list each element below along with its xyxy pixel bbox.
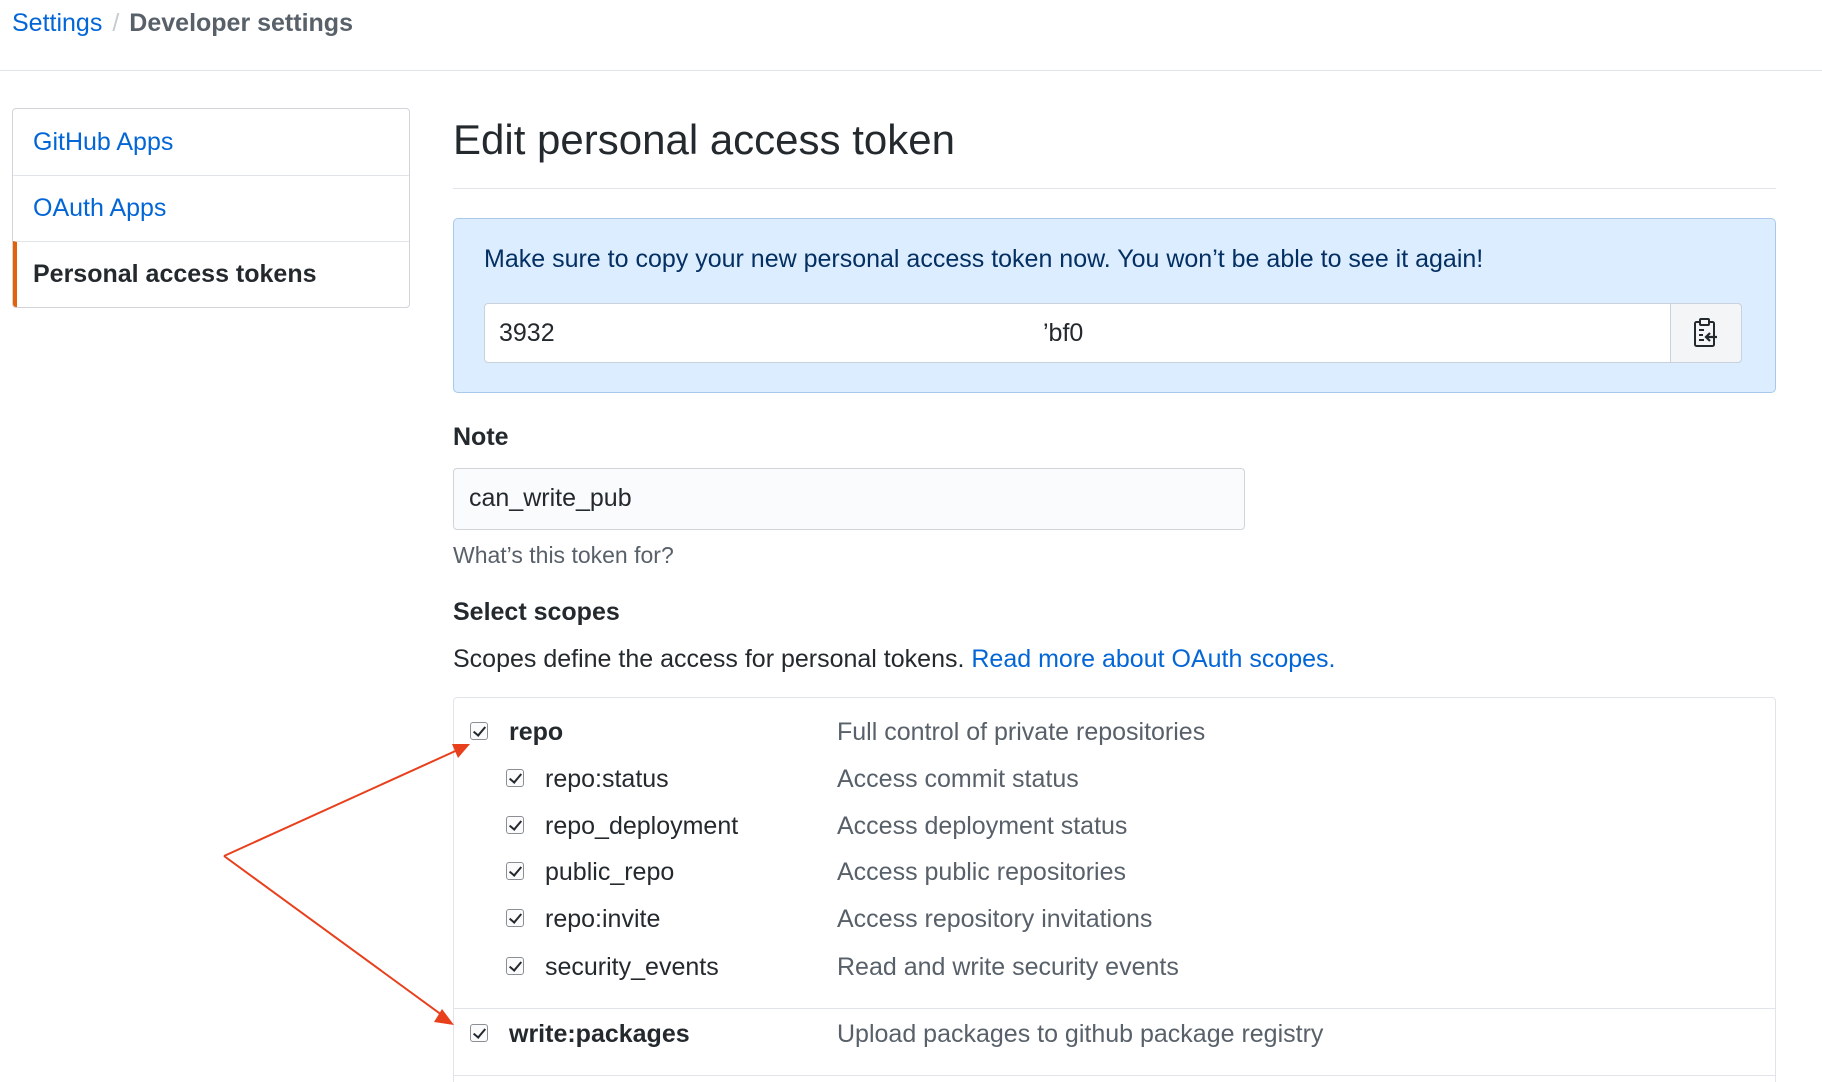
- scope-checkbox-security-events[interactable]: [506, 957, 524, 975]
- header-bar: Settings / Developer settings: [0, 0, 1822, 71]
- scope-checkbox-repo-invite[interactable]: [506, 909, 524, 927]
- scope-name-repo-status: repo:status: [545, 765, 669, 793]
- scope-checkbox-write-packages[interactable]: [470, 1024, 488, 1042]
- scope-name-repo: repo: [509, 718, 564, 746]
- scope-name-repo-invite: repo:invite: [545, 905, 661, 933]
- copy-token-button[interactable]: [1670, 303, 1742, 363]
- scope-description-repo: Full control of private repositories: [837, 718, 1206, 746]
- scope-description-repo-status: Access commit status: [837, 765, 1079, 793]
- scope-description-repo-deployment: Access deployment status: [837, 812, 1128, 840]
- scope-checkbox-repo-status[interactable]: [506, 769, 524, 787]
- scopes-list: repo Full control of private repositorie…: [453, 697, 1776, 1082]
- note-label: Note: [453, 423, 509, 451]
- clipboard-icon: [1694, 318, 1717, 347]
- sidebar-item-personal-access-tokens[interactable]: Personal access tokens: [13, 241, 409, 307]
- scope-checkbox-public-repo[interactable]: [506, 862, 524, 880]
- select-scopes-heading: Select scopes: [453, 598, 620, 626]
- scope-description-security-events: Read and write security events: [837, 953, 1179, 981]
- settings-sidebar: GitHub Apps OAuth Apps Personal access t…: [12, 108, 410, 308]
- flash-message: Make sure to copy your new personal acce…: [484, 245, 1484, 273]
- scope-name-repo-deployment: repo_deployment: [545, 812, 739, 840]
- scope-description-repo-invite: Access repository invitations: [837, 905, 1153, 933]
- scope-description-public-repo: Access public repositories: [837, 858, 1127, 886]
- breadcrumb-separator: /: [112, 9, 120, 37]
- scope-checkbox-repo[interactable]: [470, 722, 488, 740]
- scope-description-write-packages: Upload packages to github package regist…: [837, 1020, 1324, 1048]
- breadcrumb: Settings / Developer settings: [12, 8, 353, 38]
- scope-checkbox-repo-deployment[interactable]: [506, 816, 524, 834]
- breadcrumb-settings-link[interactable]: Settings: [12, 9, 102, 37]
- scopes-description: Scopes define the access for personal to…: [453, 645, 1335, 674]
- breadcrumb-current: Developer settings: [129, 9, 353, 37]
- page-title: Edit personal access token: [453, 108, 1776, 189]
- annotation-arrow-to-write-packages: [223, 855, 447, 1019]
- main-content: Edit personal access token Make sure to …: [453, 108, 1776, 1082]
- scopes-description-text: Scopes define the access for personal to…: [453, 645, 965, 673]
- token-value-field[interactable]: 3932 ’bf0: [484, 303, 1671, 363]
- oauth-scopes-link[interactable]: Read more about OAuth scopes.: [971, 645, 1335, 673]
- token-value-start: 3932: [499, 319, 555, 347]
- note-hint: What’s this token for?: [453, 542, 674, 568]
- token-value-end: ’bf0: [1043, 319, 1084, 347]
- annotation-arrowhead-write-packages: [434, 1009, 454, 1025]
- scope-name-security-events: security_events: [545, 953, 719, 981]
- note-input[interactable]: can_write_pub: [453, 468, 1245, 530]
- token-flash-notice: Make sure to copy your new personal acce…: [453, 218, 1776, 393]
- sidebar-item-github-apps[interactable]: GitHub Apps: [13, 109, 409, 175]
- scope-name-public-repo: public_repo: [545, 858, 675, 886]
- scope-group-divider: [454, 1008, 1775, 1009]
- sidebar-item-oauth-apps[interactable]: OAuth Apps: [13, 175, 409, 241]
- scope-group-divider-bottom: [454, 1075, 1775, 1076]
- annotation-arrow-to-repo: [223, 747, 463, 857]
- scope-name-write-packages: write:packages: [509, 1020, 690, 1048]
